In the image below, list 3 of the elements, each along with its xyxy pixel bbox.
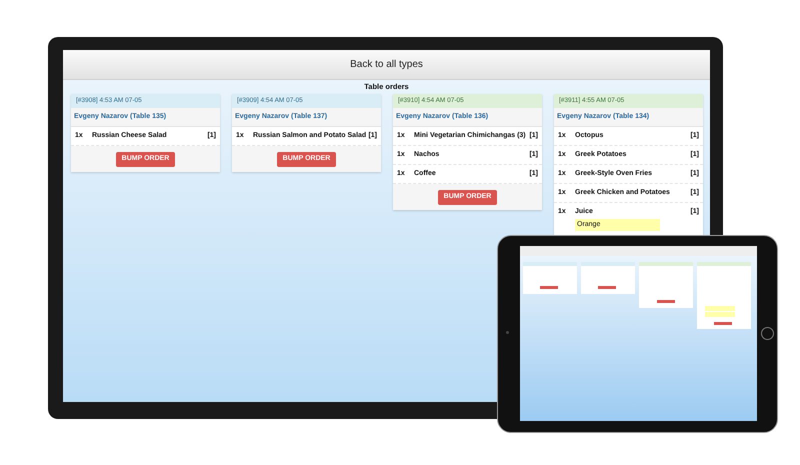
home-button-icon <box>761 327 774 340</box>
back-button[interactable]: Back to all types <box>342 57 431 72</box>
camera-icon <box>506 331 509 334</box>
